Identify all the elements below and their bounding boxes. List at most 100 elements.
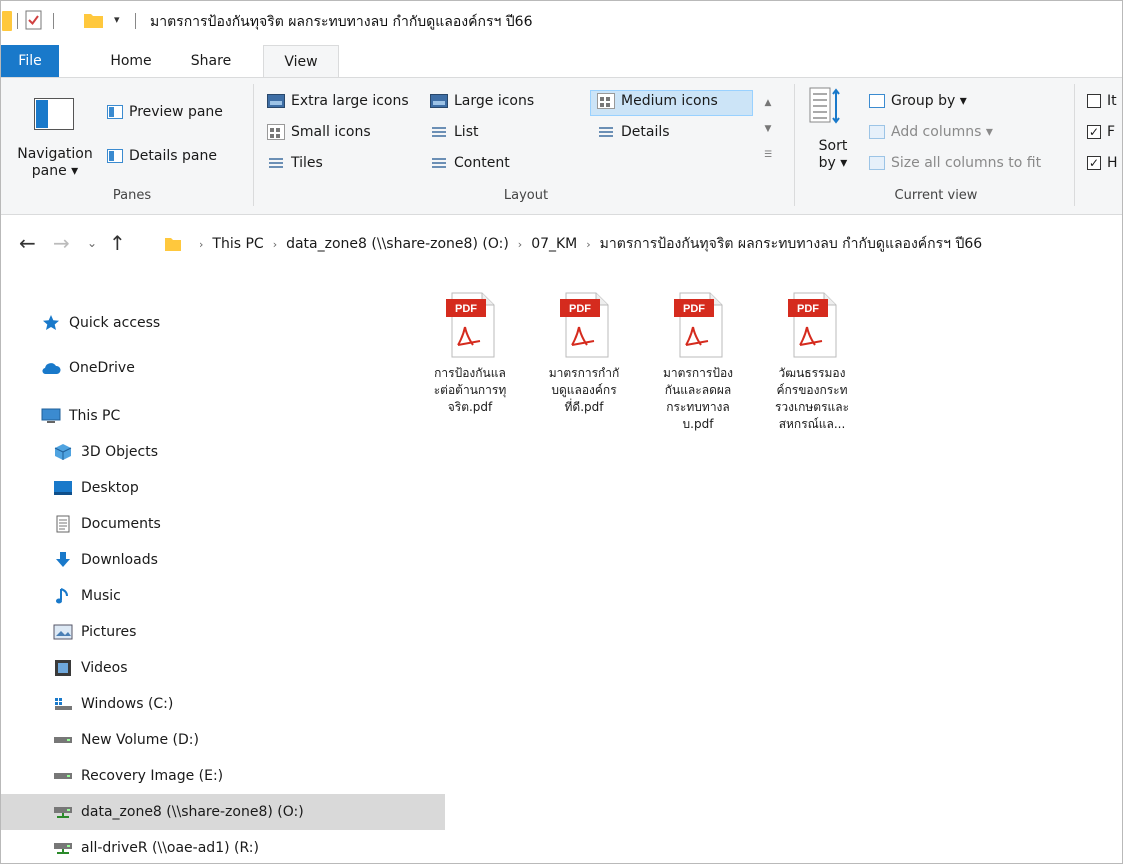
sidebar-item-onedrive[interactable]: OneDrive: [1, 350, 433, 386]
file-item[interactable]: PDF วัฒนธรรมอง ค์กรของกระท รวงเกษตรและ ส…: [761, 289, 863, 433]
file-name-line: ค์กรของกระท: [776, 383, 848, 397]
preview-pane-button[interactable]: Preview pane: [107, 104, 223, 120]
tab-home[interactable]: Home: [100, 45, 162, 78]
sort-icon[interactable]: [809, 86, 841, 126]
file-item[interactable]: PDF มาตรการกำกั บดูแลองค์กร ที่ดี.pdf: [533, 289, 635, 416]
file-name-line: มาตรการป้อง: [662, 366, 734, 380]
breadcrumb-data-zone8[interactable]: data_zone8 (\\share-zone8) (O:): [286, 236, 509, 252]
window-title: มาตรการป้องกันทุจริต ผลกระทบทางลบ กำกับด…: [150, 14, 533, 30]
group-by-label: Group by ▾: [891, 93, 967, 109]
chevron-right-icon[interactable]: ›: [273, 238, 277, 251]
hidden-items-toggle[interactable]: ✓ H: [1087, 155, 1118, 171]
file-extensions-toggle[interactable]: ✓ F: [1087, 124, 1115, 140]
file-item[interactable]: PDF การป้องกันแล ะต่อต้านการทุ จริต.pdf: [419, 289, 521, 416]
cloud-icon: [41, 359, 61, 377]
new-folder-icon[interactable]: [83, 11, 104, 29]
item-checkboxes-toggle[interactable]: It: [1087, 93, 1117, 109]
drive-icon: [53, 767, 73, 785]
sort-by-button[interactable]: Sort by ▾: [813, 138, 853, 172]
breadcrumb-this-pc[interactable]: This PC: [212, 236, 263, 252]
extra-large-icons-button[interactable]: Extra large icons: [267, 93, 409, 109]
details-icon: [597, 124, 615, 140]
add-columns-button[interactable]: Add columns ▾: [869, 124, 993, 140]
navigation-pane-button[interactable]: Navigation pane ▾: [7, 146, 103, 180]
tab-file[interactable]: File: [1, 45, 59, 78]
tiles-label: Tiles: [291, 155, 323, 171]
sidebar-item-downloads[interactable]: Downloads: [1, 542, 445, 578]
forward-arrow-icon[interactable]: →: [53, 231, 70, 255]
cube-icon: [53, 443, 73, 461]
sidebar-item-pictures[interactable]: Pictures: [1, 614, 445, 650]
sort-by-label: Sort by ▾: [818, 138, 848, 171]
chevron-right-icon: ›: [199, 237, 204, 251]
navigation-pane-label: Navigation pane ▾: [17, 146, 93, 179]
size-columns-icon: [869, 156, 885, 170]
sidebar-item-windows-c[interactable]: Windows (C:): [1, 686, 445, 722]
list-button[interactable]: List: [430, 124, 478, 140]
hidden-items-label: H: [1107, 155, 1118, 171]
small-icons-button[interactable]: Small icons: [267, 124, 371, 140]
sidebar-item-videos[interactable]: Videos: [1, 650, 445, 686]
file-name-line: บดูแลองค์กร: [551, 383, 617, 397]
sidebar-item-recovery-e[interactable]: Recovery Image (E:): [1, 758, 445, 794]
sidebar-item-label: Documents: [81, 516, 161, 532]
content-button[interactable]: Content: [430, 155, 510, 171]
size-columns-button[interactable]: Size all columns to fit: [869, 155, 1041, 171]
sidebar-item-documents[interactable]: Documents: [1, 506, 445, 542]
file-extensions-label: F: [1107, 124, 1116, 140]
tab-view[interactable]: View: [263, 45, 339, 78]
sidebar-item-label: 3D Objects: [81, 444, 159, 460]
details-pane-button[interactable]: Details pane: [107, 148, 217, 164]
details-pane-label: Details pane: [129, 148, 217, 164]
file-item[interactable]: PDF มาตรการป้อง กันและลดผล กระทบทางล บ.p…: [647, 289, 749, 433]
chevron-right-icon[interactable]: ›: [586, 238, 590, 251]
sidebar-item-desktop[interactable]: Desktop: [1, 470, 445, 506]
layout-group-label: Layout: [503, 188, 549, 203]
customize-quick-access-icon[interactable]: ▾: [114, 13, 120, 26]
medium-icons-button[interactable]: Medium icons: [597, 93, 718, 109]
details-pane-icon: [107, 149, 123, 163]
back-arrow-icon[interactable]: ←: [19, 231, 36, 255]
tab-share[interactable]: Share: [181, 45, 241, 78]
file-name: การป้องกันแล ะต่อต้านการทุ จริต.pdf: [419, 365, 521, 416]
sidebar-item-3d-objects[interactable]: 3D Objects: [1, 434, 445, 470]
properties-icon[interactable]: [24, 9, 44, 31]
size-columns-label: Size all columns to fit: [891, 155, 1042, 171]
checkbox-checked-icon: ✓: [1087, 156, 1101, 170]
address-bar[interactable]: › This PC › data_zone8 (\\share-zone8) (…: [160, 231, 1120, 257]
sidebar-item-label: Music: [81, 588, 121, 604]
scroll-up-icon[interactable]: ▲: [760, 90, 776, 116]
file-list: PDF การป้องกันแล ะต่อต้านการทุ จริต.pdf …: [413, 289, 1113, 489]
medium-icons-icon: [597, 93, 615, 109]
tiles-button[interactable]: Tiles: [267, 155, 323, 171]
file-name: วัฒนธรรมอง ค์กรของกระท รวงเกษตรและ สหกรณ…: [761, 365, 863, 433]
sidebar-item-label: Windows (C:): [81, 696, 174, 712]
scroll-down-icon[interactable]: ▼: [760, 116, 776, 142]
extra-large-icons-label: Extra large icons: [291, 93, 409, 109]
pdf-badge-text: PDF: [569, 303, 591, 315]
large-icons-button[interactable]: Large icons: [430, 93, 534, 109]
sidebar-item-this-pc[interactable]: This PC: [1, 398, 433, 434]
item-checkboxes-label: It: [1107, 93, 1117, 109]
recent-locations-icon[interactable]: ⌄: [87, 236, 97, 250]
sidebar-item-data-zone8[interactable]: data_zone8 (\\share-zone8) (O:): [1, 794, 445, 830]
navigation-pane-icon[interactable]: [34, 98, 74, 130]
up-arrow-icon[interactable]: ↑: [109, 231, 126, 255]
more-icon[interactable]: ☰: [760, 142, 776, 168]
sidebar-item-label: Desktop: [81, 480, 139, 496]
details-button[interactable]: Details: [597, 124, 670, 140]
file-name-line: บ.pdf: [682, 417, 714, 431]
sidebar-item-all-driver[interactable]: all-driveR (\\oae-ad1) (R:): [1, 830, 445, 863]
group-by-button[interactable]: Group by ▾: [869, 93, 967, 109]
address-bar-row: ← → ⌄ ↑ › This PC › data_zone8 (\\share-…: [1, 215, 1122, 273]
sidebar-item-music[interactable]: Music: [1, 578, 445, 614]
breadcrumb-07-km[interactable]: 07_KM: [531, 236, 577, 252]
sidebar-item-new-volume-d[interactable]: New Volume (D:): [1, 722, 445, 758]
chevron-right-icon[interactable]: ›: [518, 238, 522, 251]
sidebar-item-quick-access[interactable]: Quick access: [1, 305, 433, 341]
folder-icon: [2, 11, 12, 31]
file-name-line: ที่ดี.pdf: [564, 400, 604, 414]
pdf-badge-text: PDF: [683, 303, 705, 315]
layout-scroll[interactable]: ▲ ▼ ☰: [760, 90, 776, 168]
breadcrumb-current-folder[interactable]: มาตรการป้องกันทุจริต ผลกระทบทางลบ กำกับด…: [600, 233, 983, 255]
